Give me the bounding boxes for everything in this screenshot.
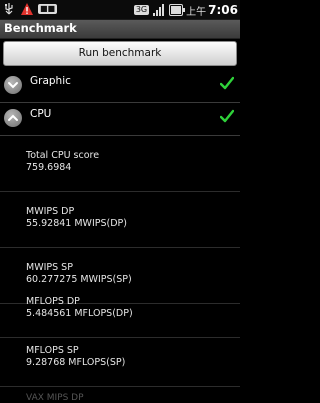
result-value: 5.484561 MFLOPS(DP)	[26, 308, 133, 319]
app-title: Benchmark	[4, 21, 77, 35]
result-value: 9.28768 MFLOPS(SP)	[26, 357, 126, 368]
clock-time: 7:06	[208, 3, 238, 17]
result-name: MWIPS SP	[26, 262, 73, 273]
warning-icon	[21, 3, 33, 15]
clock-ampm: 上午	[186, 6, 207, 18]
check-icon	[220, 109, 234, 123]
result-name: Total CPU score	[26, 150, 100, 161]
run-benchmark-button[interactable]: Run benchmark	[3, 41, 237, 66]
expand-toggle[interactable]	[4, 76, 22, 94]
network-3g-icon: 3G	[133, 5, 150, 15]
collapse-toggle[interactable]	[4, 109, 22, 127]
result-item: MWIPS DP 55.92841 MWIPS(DP)	[0, 193, 240, 248]
status-bar: ■■ 3G 上午 7:06	[0, 0, 240, 20]
result-name: MFLOPS DP	[26, 296, 80, 307]
usb-icon	[5, 3, 13, 15]
battery-icon	[169, 4, 186, 16]
signal-icon	[153, 4, 165, 16]
battery-small-icon: ■■	[38, 4, 58, 14]
result-name-partial: VAX MIPS DP	[26, 393, 84, 403]
group-label: Graphic	[30, 75, 71, 87]
group-cpu[interactable]: CPU	[0, 103, 240, 136]
chevron-up-icon	[8, 114, 18, 121]
status-left-icons: ■■	[2, 2, 58, 16]
result-name: MFLOPS SP	[26, 345, 79, 356]
result-item: MFLOPS SP 9.28768 MFLOPS(SP)	[0, 332, 240, 387]
result-name: MWIPS DP	[26, 206, 75, 217]
check-icon	[220, 76, 234, 90]
chevron-down-icon	[8, 82, 18, 89]
result-value: 55.92841 MWIPS(DP)	[26, 218, 127, 229]
result-value: 759.6984	[26, 162, 72, 173]
app-title-bar: Benchmark	[0, 20, 240, 39]
clock: 上午 7:06	[186, 3, 238, 18]
group-label: CPU	[30, 108, 52, 120]
result-item: Total CPU score 759.6984	[0, 137, 240, 192]
result-item: MFLOPS DP 5.484561 MFLOPS(DP)	[0, 283, 240, 338]
status-right-icons: 3G 上午 7:06	[133, 1, 238, 19]
group-graphic[interactable]: Graphic	[0, 70, 240, 103]
